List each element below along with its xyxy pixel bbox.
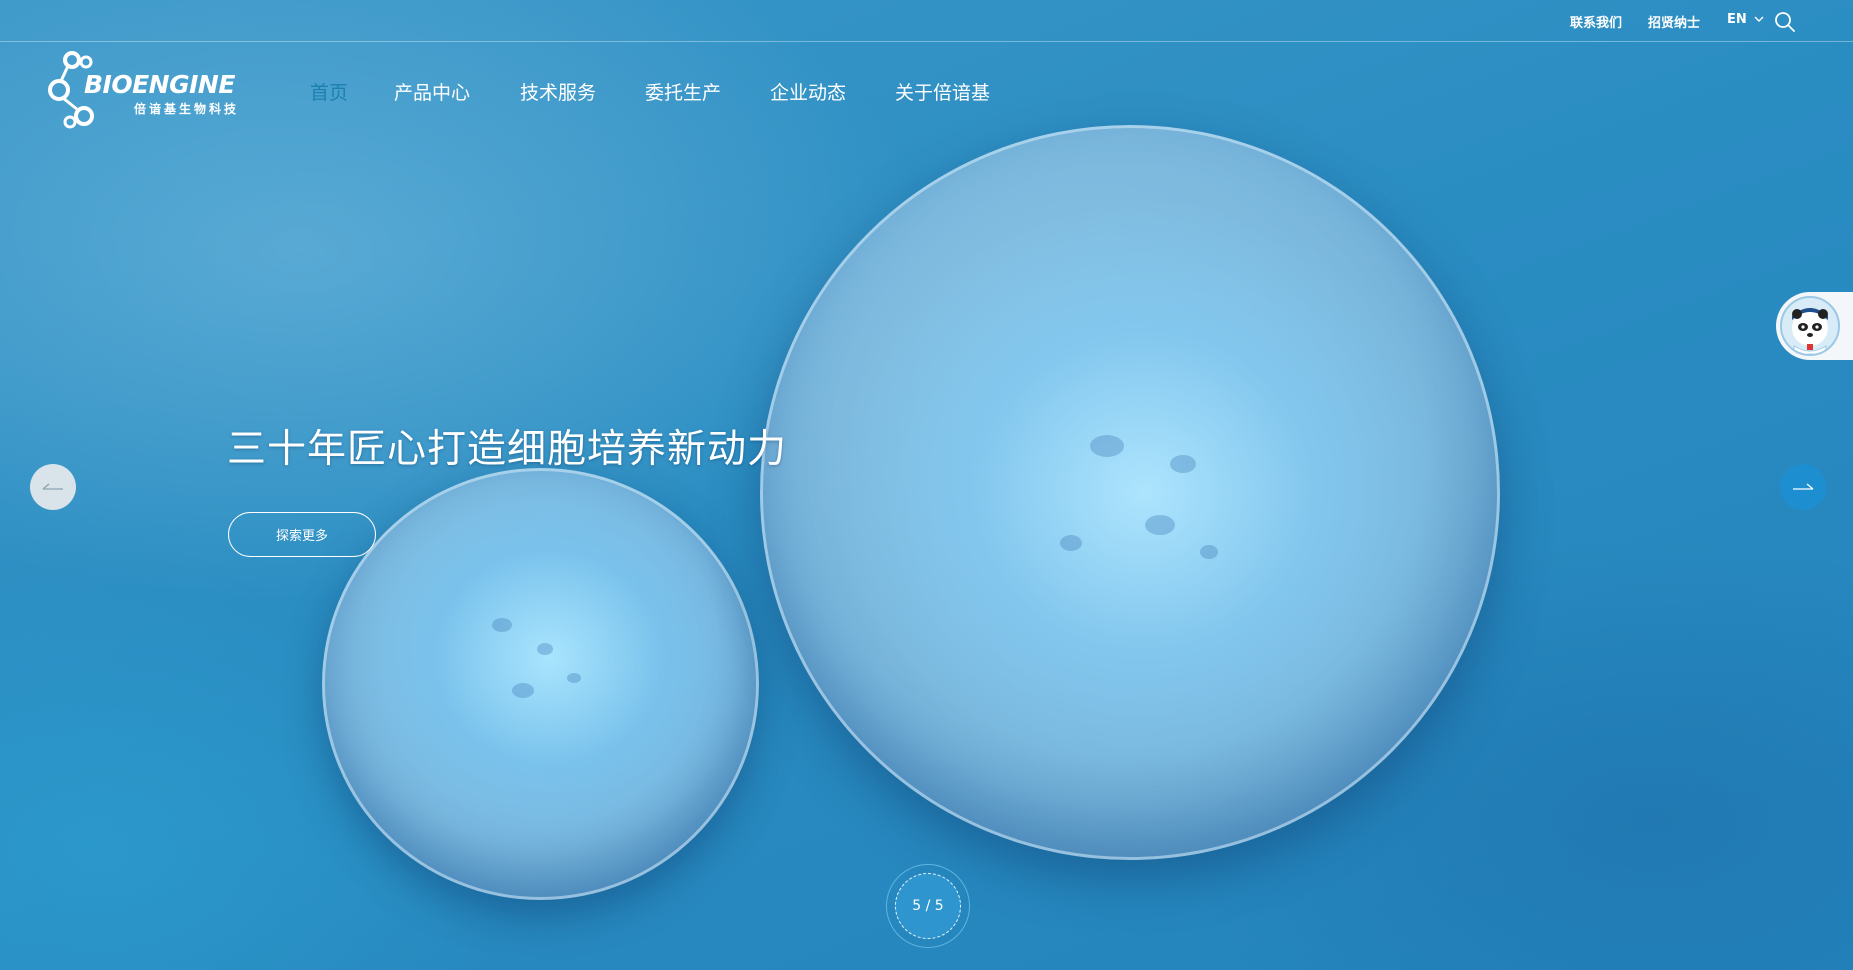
hero-banner xyxy=(0,0,1853,970)
search-icon[interactable] xyxy=(1774,11,1796,33)
nav-item-about[interactable]: 关于倍谙基 xyxy=(895,78,990,105)
small-cell-image xyxy=(322,468,759,900)
site-logo[interactable]: BIOENGINE 倍谙基生物科技 xyxy=(48,50,248,132)
arrow-right-icon xyxy=(1793,483,1814,490)
language-label: EN xyxy=(1727,12,1747,27)
nav-item-services[interactable]: 技术服务 xyxy=(520,78,596,105)
pager-text: 5 / 5 xyxy=(912,898,944,914)
language-selector[interactable]: EN xyxy=(1727,12,1764,27)
large-cell-image xyxy=(760,125,1500,860)
nav-item-home[interactable]: 首页 xyxy=(310,78,348,105)
top-utility-bar: 联系我们 招贤纳士 EN xyxy=(0,0,1853,42)
logo-subtitle: 倍谙基生物科技 xyxy=(134,102,240,116)
nav-item-products[interactable]: 产品中心 xyxy=(394,78,470,105)
slide-pager[interactable]: 5 / 5 xyxy=(895,873,961,939)
careers-link[interactable]: 招贤纳士 xyxy=(1648,12,1700,31)
next-slide-button[interactable] xyxy=(1780,464,1826,510)
explore-more-label: 探索更多 xyxy=(275,529,328,544)
chat-mascot-avatar[interactable] xyxy=(1780,296,1840,356)
chevron-down-icon xyxy=(1754,16,1764,22)
logo-wordmark: BIOENGINE xyxy=(84,70,235,99)
prev-slide-button[interactable] xyxy=(30,464,76,510)
arrow-left-icon xyxy=(42,483,63,490)
nav-item-manufacturing[interactable]: 委托生产 xyxy=(645,78,721,105)
slide-headline: 三十年匠心打造细胞培养新动力 xyxy=(227,427,788,472)
explore-more-button[interactable]: 探索更多 xyxy=(228,512,376,557)
contact-link[interactable]: 联系我们 xyxy=(1570,12,1622,31)
nav-item-news[interactable]: 企业动态 xyxy=(770,78,846,105)
panda-mascot-icon xyxy=(1792,308,1828,354)
